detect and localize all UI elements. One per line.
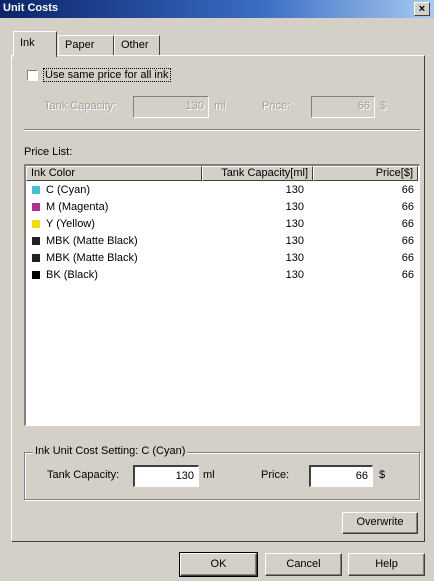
tank-capacity-cell: 130 [285, 235, 304, 247]
tank-capacity-cell: 130 [285, 218, 304, 230]
same-price-checkbox[interactable] [27, 70, 38, 81]
ink-color-cell: MBK (Matte Black) [46, 235, 138, 247]
ink-color-cell: M (Magenta) [46, 201, 109, 213]
tank-unit: ml [203, 469, 215, 481]
price-cell: 66 [401, 235, 414, 247]
divider [24, 129, 420, 131]
yellow-swatch-icon [32, 220, 40, 228]
price-cell: 66 [401, 218, 414, 230]
magenta-swatch-icon [32, 203, 40, 211]
help-button[interactable]: Help [348, 553, 425, 576]
price-input[interactable]: 66 [309, 465, 373, 487]
tab-ink[interactable]: Ink [13, 31, 57, 57]
tank-capacity-cell: 130 [285, 184, 304, 196]
table-row[interactable]: Y (Yellow) 130 66 [26, 216, 418, 232]
same-tank-capacity-label: Tank Capacity: [44, 100, 117, 112]
ok-button[interactable]: OK [179, 552, 258, 577]
matte-black-swatch-icon [32, 254, 40, 262]
price-cell: 66 [401, 269, 414, 281]
window-title: Unit Costs [3, 2, 58, 14]
column-tank-capacity[interactable]: Tank Capacity[ml] [202, 166, 313, 181]
ink-color-cell: BK (Black) [46, 269, 98, 281]
ink-color-cell: Y (Yellow) [46, 218, 95, 230]
column-price[interactable]: Price[$] [313, 166, 418, 181]
group-legend: Ink Unit Cost Setting: C (Cyan) [33, 445, 188, 457]
same-price-field[interactable]: 66 [311, 96, 375, 118]
price-label: Price: [261, 469, 290, 481]
tab-other[interactable]: Other [114, 35, 160, 55]
table-row[interactable]: MBK (Matte Black) 130 66 [26, 250, 418, 266]
black-swatch-icon [32, 271, 40, 279]
price-cell: 66 [401, 184, 414, 196]
table-row[interactable]: MBK (Matte Black) 130 66 [26, 233, 418, 249]
price-unit: $ [379, 469, 386, 481]
price-list-label: Price List: [24, 146, 73, 158]
overwrite-button[interactable]: Overwrite [342, 512, 418, 534]
column-ink-color[interactable]: Ink Color [26, 166, 202, 181]
tank-capacity-label: Tank Capacity: [47, 469, 120, 481]
tank-capacity-cell: 130 [285, 252, 304, 264]
price-cell: 66 [401, 201, 414, 213]
same-price-unit: $ [380, 100, 387, 112]
price-list[interactable]: Ink Color Tank Capacity[ml] Price[$] C (… [24, 164, 420, 426]
matte-black-swatch-icon [32, 237, 40, 245]
same-price-field-label: Price: [262, 100, 291, 112]
price-cell: 66 [401, 252, 414, 264]
same-tank-capacity-field[interactable]: 130 [133, 96, 209, 118]
cancel-button[interactable]: Cancel [265, 553, 342, 576]
same-tank-unit: ml [214, 100, 226, 112]
same-price-label[interactable]: Use same price for all ink [43, 68, 171, 82]
close-button[interactable]: × [414, 2, 430, 16]
tab-paper[interactable]: Paper [58, 35, 114, 55]
table-row[interactable]: BK (Black) 130 66 [26, 267, 418, 283]
ink-color-cell: MBK (Matte Black) [46, 252, 138, 264]
tank-capacity-cell: 130 [285, 269, 304, 281]
table-row[interactable]: M (Magenta) 130 66 [26, 199, 418, 215]
ink-unit-cost-setting-group: Ink Unit Cost Setting: C (Cyan) Tank Cap… [24, 445, 420, 500]
table-row[interactable]: C (Cyan) 130 66 [26, 182, 418, 198]
ink-color-cell: C (Cyan) [46, 184, 91, 196]
tank-capacity-input[interactable]: 130 [133, 465, 199, 487]
title-bar: Unit Costs × [0, 0, 434, 18]
cyan-swatch-icon [32, 186, 40, 194]
tank-capacity-cell: 130 [285, 201, 304, 213]
